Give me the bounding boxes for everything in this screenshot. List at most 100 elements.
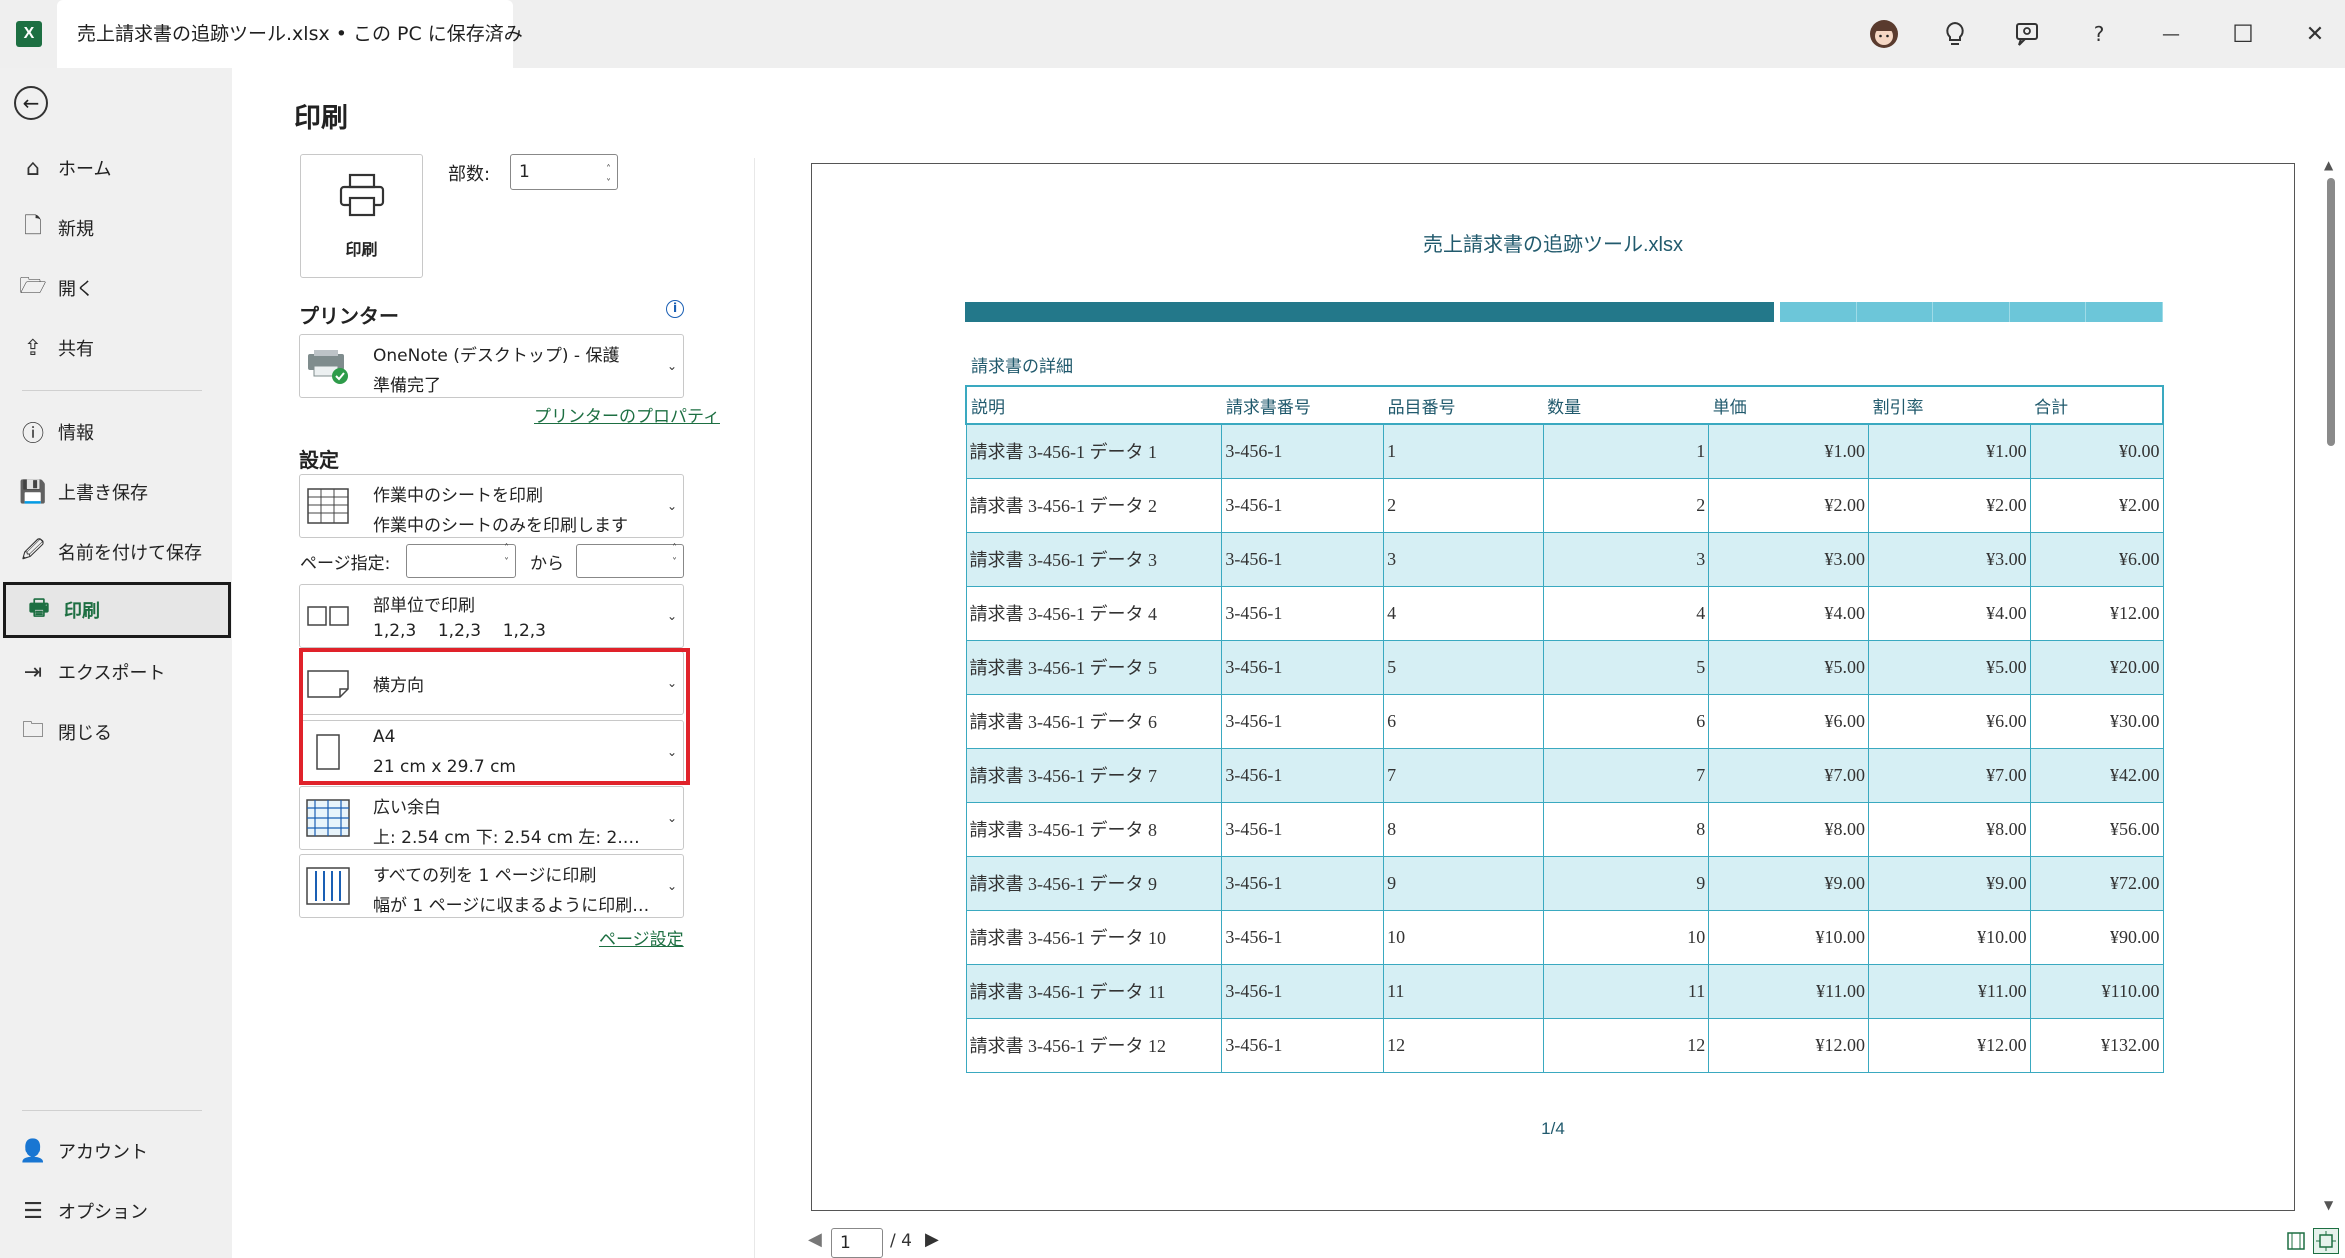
table-cell: ¥5.00	[1708, 639, 1869, 695]
collate-select[interactable]: 部単位で印刷 1,2,3 1,2,3 1,2,3 ⌄	[299, 584, 684, 648]
table-cell: 3-456-1	[1221, 855, 1385, 911]
printer-select[interactable]: OneNote (デスクトップ) - 保護 準備完了 ⌄	[299, 334, 684, 398]
table-cell: 請求書 3-456-1 データ 9	[965, 855, 1223, 911]
minimize-icon[interactable]: —	[2151, 14, 2191, 54]
page-number-input[interactable]: 1	[831, 1228, 883, 1258]
spin-up-icon[interactable]: ˄	[504, 543, 509, 554]
margins-select[interactable]: 広い余白 上: 2.54 cm 下: 2.54 cm 左: 2.… ⌄	[299, 786, 684, 850]
preview-scrollbar[interactable]: ▲ ▼	[2322, 158, 2340, 1214]
header-band-dark	[965, 302, 1774, 322]
table-cell: 請求書 3-456-1 データ 12	[965, 1017, 1223, 1073]
table-cell: ¥7.00	[1708, 747, 1869, 803]
table-cell: ¥9.00	[1867, 855, 2031, 911]
table-row: 請求書 3-456-1 データ 9 3-456-1 9 9 ¥9.00 ¥9.00 ¥72.…	[965, 855, 2164, 911]
help-icon[interactable]: ?	[2079, 14, 2119, 54]
home-icon: ⌂	[26, 155, 40, 181]
show-margins-icon[interactable]	[2283, 1228, 2309, 1254]
prev-page-icon[interactable]: ◀	[808, 1229, 822, 1250]
column-header: 合計	[2030, 385, 2164, 425]
spin-down-icon[interactable]: ˅	[606, 167, 611, 201]
paper-size-select[interactable]: A4 21 cm x 29.7 cm ⌄	[299, 720, 684, 784]
table-cell: ¥6.00	[1867, 693, 2031, 749]
feedback-icon[interactable]	[2007, 14, 2047, 54]
paper-size-title: A4	[373, 727, 396, 747]
table-cell: 3-456-1	[1221, 747, 1385, 803]
nav-save[interactable]: 💾 上書き保存	[0, 464, 232, 520]
nav-options[interactable]: ☰ オプション	[0, 1183, 232, 1239]
print-preview-page: 売上請求書の追跡ツール.xlsx 請求書の詳細 説明 請求書番号 品目番号 数量…	[811, 163, 2295, 1211]
nav-share[interactable]: ⇪ 共有	[0, 320, 232, 376]
nav-open[interactable]: 🗁 開く	[0, 260, 232, 316]
portrait-page-icon	[306, 734, 350, 770]
panel-divider	[754, 158, 755, 1258]
close-icon[interactable]: ✕	[2295, 14, 2335, 54]
nav-export[interactable]: ⇥ エクスポート	[0, 644, 232, 700]
nav-home[interactable]: ⌂ ホーム	[0, 140, 232, 196]
scaling-select[interactable]: すべての列を 1 ページに印刷 幅が 1 ページに収まるように印刷イメ… ⌄	[299, 854, 684, 918]
print-what-select[interactable]: 作業中のシートを印刷 作業中のシートのみを印刷します ⌄	[299, 474, 684, 538]
landscape-page-icon	[306, 665, 350, 701]
table-row: 請求書 3-456-1 データ 4 3-456-1 4 4 ¥4.00 ¥4.00 ¥12.…	[965, 585, 2164, 641]
table-cell: ¥12.00	[1867, 1017, 2031, 1073]
document-title: 売上請求書の追跡ツール.xlsx • この PC に保存済み	[57, 0, 523, 68]
table-cell: 10	[1542, 909, 1710, 965]
column-header: 割引率	[1868, 385, 2031, 425]
table-cell: ¥2.00	[1867, 477, 2031, 533]
info-icon[interactable]: i	[666, 300, 684, 318]
table-cell: 請求書 3-456-1 データ 11	[965, 963, 1223, 1019]
scroll-up-icon[interactable]: ▲	[2324, 158, 2333, 172]
export-icon: ⇥	[23, 659, 43, 685]
nav-save-as[interactable]: 🖉 名前を付けて保存	[0, 524, 232, 580]
pages-from-input[interactable]: ˄ ˅	[406, 543, 516, 578]
printer-device-icon	[306, 348, 350, 384]
chevron-down-icon: ⌄	[666, 879, 677, 893]
lightbulb-icon[interactable]	[1935, 14, 1975, 54]
nav-close[interactable]: 🗀 閉じる	[0, 704, 232, 760]
pages-to-input[interactable]: ˄ ˅	[576, 543, 684, 578]
nav-label: 共有	[58, 339, 94, 360]
maximize-icon[interactable]: ☐	[2223, 14, 2263, 54]
table-row: 請求書 3-456-1 データ 6 3-456-1 6 6 ¥6.00 ¥6.00 ¥30.…	[965, 693, 2164, 749]
nav-label: 閉じる	[58, 723, 112, 744]
page-setup-link[interactable]: ページ設定	[599, 925, 684, 950]
printer-properties-link[interactable]: プリンターのプロパティ	[534, 402, 720, 427]
nav-info[interactable]: ⓘ 情報	[0, 404, 232, 460]
table-cell: 3-456-1	[1221, 1017, 1385, 1073]
spin-down-icon[interactable]: ˅	[504, 557, 509, 568]
table-cell: ¥1.00	[1867, 423, 2031, 479]
spin-down-icon[interactable]: ˅	[672, 557, 677, 568]
table-cell: ¥7.00	[1867, 747, 2031, 803]
table-row: 請求書 3-456-1 データ 8 3-456-1 8 8 ¥8.00 ¥8.00 ¥56.…	[965, 801, 2164, 857]
table-cell: 請求書 3-456-1 データ 5	[965, 639, 1223, 695]
scroll-down-icon[interactable]: ▼	[2324, 1198, 2333, 1212]
nav-new[interactable]: 🗋 新規	[0, 200, 232, 256]
collate-title: 部単位で印刷	[373, 596, 475, 616]
avatar-icon[interactable]	[1864, 14, 1904, 54]
printer-icon: 🖶	[28, 596, 50, 621]
table-cell: ¥4.00	[1708, 585, 1869, 641]
print-button[interactable]: 印刷	[300, 154, 423, 278]
header-band-light	[1780, 302, 2163, 322]
orientation-select[interactable]: 横方向 ⌄	[299, 651, 684, 715]
table-cell: 8	[1542, 801, 1710, 857]
title-bar: X 売上請求書の追跡ツール.xlsx • この PC に保存済み ? — ☐ ✕	[0, 0, 2345, 68]
table-cell: ¥20.00	[2029, 639, 2164, 695]
backstage-nav: ← ⌂ ホーム 🗋 新規 🗁 開く ⇪ 共有 ⓘ 情報 💾 上書き保存 🖉 名前…	[0, 68, 232, 1258]
table-cell: ¥11.00	[1867, 963, 2031, 1019]
nav-label: ホーム	[58, 159, 112, 180]
table-cell: ¥30.00	[2029, 693, 2164, 749]
spin-up-icon[interactable]: ˄	[672, 543, 677, 554]
column-header: 請求書番号	[1221, 385, 1384, 425]
scrollbar-thumb[interactable]	[2327, 178, 2335, 446]
table-cell: ¥2.00	[1708, 477, 1869, 533]
scaling-subtitle: 幅が 1 ページに収まるように印刷イメ…	[373, 896, 663, 916]
print-what-title: 作業中のシートを印刷	[373, 486, 543, 506]
zoom-to-page-icon[interactable]	[2313, 1228, 2339, 1254]
nav-print[interactable]: 🖶 印刷	[3, 582, 231, 638]
copies-input[interactable]: 1 ˄ ˅	[510, 154, 618, 190]
nav-account[interactable]: 👤 アカウント	[0, 1123, 232, 1179]
back-arrow-icon[interactable]: ←	[14, 86, 48, 120]
table-cell: 4	[1542, 585, 1710, 641]
printer-heading: プリンター	[299, 304, 399, 328]
next-page-icon[interactable]: ▶	[925, 1229, 939, 1250]
